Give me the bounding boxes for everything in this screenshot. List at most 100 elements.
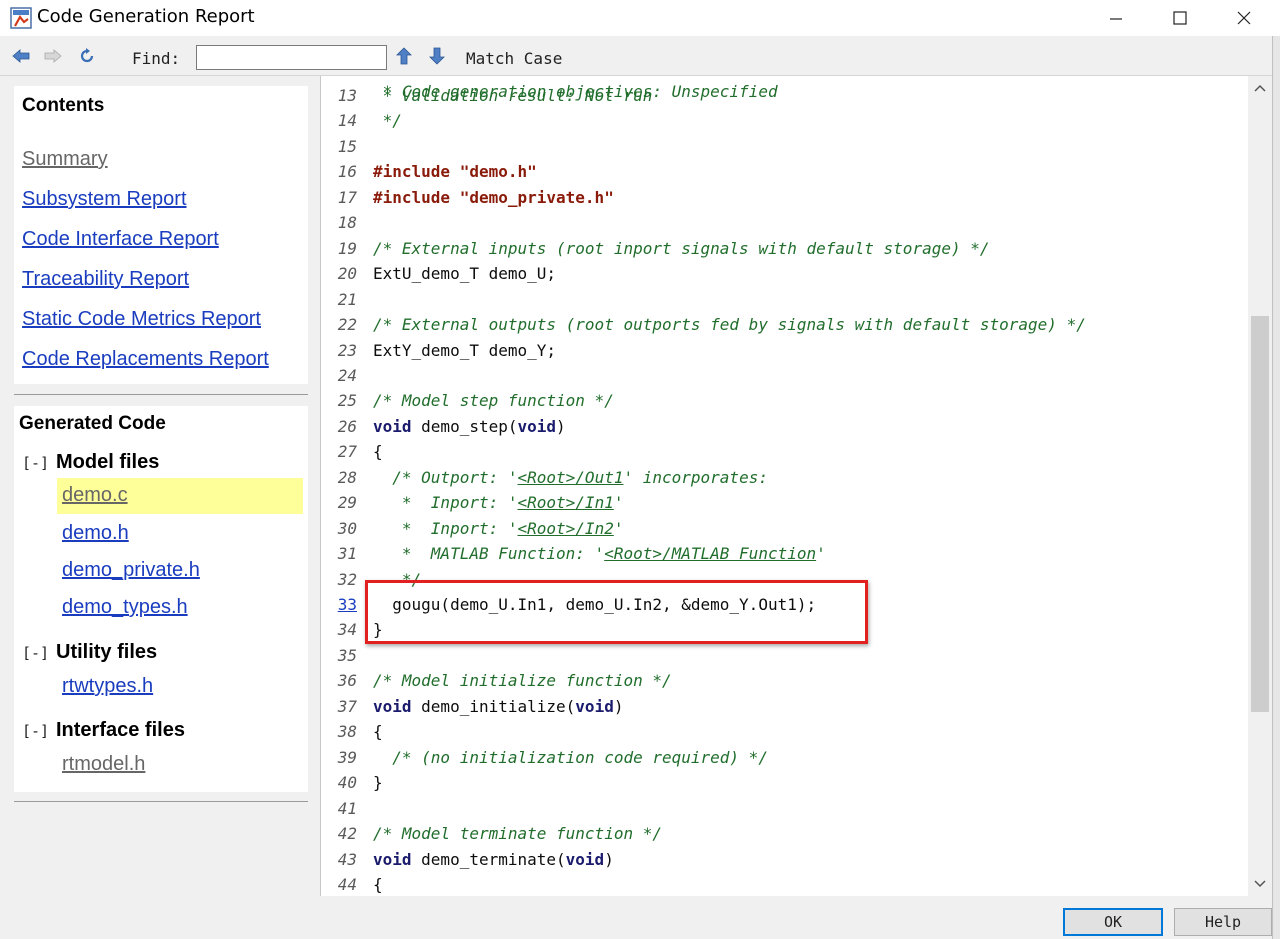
minimize-icon	[1110, 18, 1122, 20]
forward-arrow-icon	[44, 49, 62, 63]
model-files-toggle[interactable]: [-]	[22, 454, 49, 472]
minimize-button[interactable]	[1084, 0, 1148, 36]
line-number: 44	[337, 874, 357, 894]
file-link-demo-c[interactable]: demo.c	[62, 484, 128, 507]
line-number: 30	[337, 518, 357, 538]
traceability-report-link[interactable]: Traceability Report	[22, 268, 189, 291]
line-number: 37	[337, 696, 357, 716]
refresh-icon	[80, 48, 94, 63]
scroll-down-button[interactable]	[1248, 872, 1272, 896]
static-code-metrics-report-link[interactable]: Static Code Metrics Report	[22, 308, 261, 331]
chevron-up-icon	[1254, 84, 1266, 92]
file-link-demo-types-h[interactable]: demo_types.h	[62, 596, 188, 619]
code-text: }	[373, 773, 383, 793]
app-icon	[10, 7, 32, 29]
help-button[interactable]: Help	[1174, 908, 1272, 936]
toolbar: Find: Match Case	[0, 36, 1280, 76]
code-text: /* Model initialize function */	[373, 671, 672, 691]
line-number: 27	[337, 442, 357, 462]
line-number: 22	[337, 315, 357, 335]
code-text: /* Model terminate function */	[373, 824, 662, 844]
code-line: 23 ExtY_demo_T demo_Y;	[321, 341, 1248, 366]
code-line: 14 */	[321, 111, 1248, 136]
line-number: 42	[337, 824, 357, 844]
code-line: 18	[321, 213, 1248, 238]
interface-files-toggle[interactable]: [-]	[22, 722, 49, 740]
line-number: 43	[337, 849, 357, 869]
code-view: * Code generation objectives: Unspecifie…	[320, 76, 1248, 896]
code-text: void demo_initialize(void)	[373, 696, 624, 716]
back-button[interactable]	[11, 46, 31, 66]
line-number: 25	[337, 391, 357, 411]
maximize-icon	[1173, 11, 1187, 25]
code-line: 31 * MATLAB Function: '<Root>/MATLAB Fun…	[321, 544, 1248, 569]
utility-files-heading: Utility files	[56, 641, 158, 663]
code-text: void demo_step(void)	[373, 416, 566, 436]
file-link-rtwtypes-h[interactable]: rtwtypes.h	[62, 675, 153, 698]
code-text: * MATLAB Function: '<Root>/MATLAB Functi…	[373, 544, 826, 564]
code-line: 28 /* Outport: '<Root>/Out1' incorporate…	[321, 468, 1248, 493]
dialog-button-bar: OK Help	[0, 896, 1272, 939]
line-number: 17	[337, 187, 357, 207]
code-line: 44 {	[321, 875, 1248, 896]
utility-files-toggle[interactable]: [-]	[22, 644, 49, 662]
line-number: 13	[337, 86, 357, 105]
vertical-scrollbar[interactable]	[1248, 76, 1272, 896]
code-line: 30 * Inport: '<Root>/In2'	[321, 519, 1248, 544]
code-text: /* (no initialization code required) */	[373, 747, 768, 767]
code-text: {	[373, 722, 383, 742]
line-number: 35	[337, 645, 357, 665]
code-line: 21	[321, 290, 1248, 315]
maximize-button[interactable]	[1148, 0, 1212, 36]
close-button[interactable]	[1212, 0, 1276, 36]
forward-button[interactable]	[43, 46, 63, 66]
code-line: 42 /* Model terminate function */	[321, 824, 1248, 849]
code-text: /* Outport: '<Root>/Out1' incorporates:	[373, 467, 768, 487]
file-link-demo-h[interactable]: demo.h	[62, 522, 129, 545]
line-number[interactable]: 33	[335, 595, 357, 614]
line-number: 15	[337, 136, 357, 156]
code-text: ExtU_demo_T demo_U;	[373, 264, 557, 284]
find-input[interactable]	[196, 45, 387, 70]
highlight-annotation-box	[365, 580, 868, 644]
match-case-toggle[interactable]: Match Case	[466, 49, 562, 68]
code-text: ExtY_demo_T demo_Y;	[373, 340, 557, 360]
line-number: 24	[337, 365, 357, 385]
code-replacements-report-link[interactable]: Code Replacements Report	[22, 348, 269, 371]
code-text: */	[373, 111, 402, 131]
window-edge	[1272, 36, 1280, 939]
code-interface-report-link[interactable]: Code Interface Report	[22, 228, 219, 251]
code-line: 15	[321, 137, 1248, 162]
code-text: * Inport: '<Root>/In1'	[373, 493, 624, 513]
file-link-demo-private-h[interactable]: demo_private.h	[62, 559, 200, 582]
code-line: 24	[321, 366, 1248, 391]
code-line: 41	[321, 799, 1248, 824]
find-next-button[interactable]	[427, 46, 447, 66]
summary-link[interactable]: Summary	[22, 148, 108, 171]
line-number: 26	[337, 416, 357, 436]
code-line: 25 /* Model step function */	[321, 391, 1248, 416]
line-number: 23	[337, 340, 357, 360]
code-line: 37 void demo_initialize(void)	[321, 697, 1248, 722]
code-line: 38 {	[321, 722, 1248, 747]
code-text: * Validation result: Not run	[373, 86, 653, 105]
line-number: 41	[337, 798, 357, 818]
panel-divider	[14, 394, 308, 395]
code-line: 29 * Inport: '<Root>/In1'	[321, 493, 1248, 518]
scroll-up-button[interactable]	[1248, 76, 1272, 100]
refresh-button[interactable]	[77, 46, 97, 66]
code-line: 40}	[321, 773, 1248, 798]
code-line: 36 /* Model initialize function */	[321, 671, 1248, 696]
ok-button[interactable]: OK	[1063, 908, 1163, 936]
line-number: 32	[337, 569, 357, 589]
code-line: 19 /* External inputs (root inport signal…	[321, 239, 1248, 264]
find-previous-button[interactable]	[394, 46, 414, 66]
scroll-thumb[interactable]	[1251, 316, 1269, 712]
code-line: 39 /* (no initialization code required) …	[321, 748, 1248, 773]
line-number: 29	[337, 493, 357, 513]
file-link-rtmodel-h[interactable]: rtmodel.h	[62, 753, 145, 776]
model-files-heading: Model files	[56, 451, 160, 473]
code-line: 22 /* External outputs (root outports fed…	[321, 315, 1248, 340]
subsystem-report-link[interactable]: Subsystem Report	[22, 188, 187, 211]
line-number: 38	[337, 722, 357, 742]
